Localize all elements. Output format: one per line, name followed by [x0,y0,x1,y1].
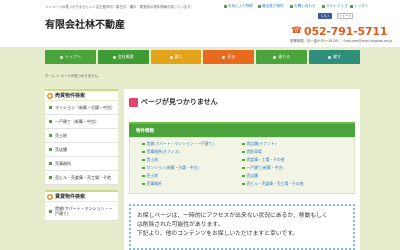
breadcrumb[interactable]: ホーム ＞ ページが見つかりません [45,73,98,78]
property-link[interactable]: 売ビル・売倉庫・売工場・その他 [242,181,304,187]
sidebar-item-office[interactable]: 売事務所 [45,157,118,171]
property-link[interactable]: 賃店舗(テナント) [242,141,277,147]
property-link[interactable]: 売店舗 [242,173,258,179]
property-link[interactable]: マンション(新築・分譲・中古) [142,165,199,171]
not-found-message: お探しページは、一時的にアクセスが出来ない状況にあるか、移動もしく は削除された… [129,204,355,250]
nav-sell[interactable]: 売る [203,50,255,64]
page-icon [129,97,138,107]
sidebar-item-rental[interactable]: 賃貸(アパート・マンション・一戸建て) [45,202,118,221]
circle-bullet-icon: ● [47,92,53,99]
header-tagline: ｘｘページの見つかりませんｘｘ名古屋市内・春日井・瀬戸・尾張旭の物件情報が探して… [45,5,194,9]
sitemap-link[interactable]: サイトマップ [322,4,348,9]
nav-bullet-icon [328,55,332,59]
nav-company[interactable]: 会社概要 [97,50,149,64]
company-name[interactable]: 有限会社林不動産 [45,16,125,31]
nav-lease[interactable]: 貸す [309,50,360,64]
sidebar: ● 売買物件検索 マンション（新築・分譲・中古） 一戸建て（新築・中古） 売土地 … [45,89,118,250]
nav-rent[interactable]: 借りる [256,50,308,64]
message-line: 下記より、他のコンテンツをお探しいただけますと幸いです。 [137,231,299,237]
main-content: ページが見つかりません 物件情報 賃貸(アパート・マンション・一戸建て) 賃店舗… [124,89,360,250]
facebook-like-button[interactable]: いいね！ [318,13,332,24]
sidebar-item-land[interactable]: 売土地 [45,129,118,143]
property-link[interactable]: 賃倉庫・工場・その他 [242,157,285,163]
property-link[interactable]: 賃事務所(オフィス) [142,149,180,155]
tweet-button[interactable]: ツイート [337,13,353,19]
global-nav: トップへ 会社概要 買う 売る 借りる 貸す [45,50,360,64]
sidebar-item-house[interactable]: 一戸建て（新築・中古） [45,115,118,129]
page-title: ページが見つかりません [129,95,218,109]
nav-buy[interactable]: 買う [150,50,202,64]
sidebar-item-shop[interactable]: 売店舗 [45,143,118,157]
home-icon [350,5,353,8]
property-link[interactable]: 一戸建て(新築・中古) [242,165,284,171]
heart-icon [224,5,227,8]
recent-link[interactable]: 最近見た物件 [258,4,284,9]
sitemap-icon [322,5,325,8]
contact-link[interactable]: お問い合わせ [290,4,316,9]
circle-bullet-icon: ● [47,193,53,200]
mail-icon [290,5,293,8]
nav-top[interactable]: トップへ [45,50,96,64]
phone-icon: ☎ [291,26,303,36]
property-link[interactable]: 賃駐車場 [242,149,262,155]
favorites-link[interactable]: お気に入り物件 [224,4,253,9]
sidebar-heading-sale: ● 売買物件検索 [45,89,118,100]
business-hours: 営業時間／月～金9:30～18:00 ｜ fudo-sen@mun.bigjob… [290,39,393,43]
message-line: は削除された可能性があります。 [137,222,224,228]
phone-number[interactable]: 052-791-5711 [304,25,387,38]
nav-bullet-icon [222,55,226,59]
property-link-list: 賃貸(アパート・マンション・一戸建て) 賃店舗(テナント) 賃事務所(オフィス)… [129,137,355,194]
property-link[interactable]: 売土地 [142,173,158,179]
nav-bullet-icon [59,55,63,59]
top-link[interactable]: トップへ [350,4,368,9]
nav-bullet-icon [169,55,173,59]
site-header: ｘｘページの見つかりませんｘｘ名古屋市内・春日井・瀬戸・尾張旭の物件情報が探して… [0,0,400,47]
property-link[interactable]: 賃土地 [142,157,158,163]
sidebar-heading-rent: ● 賃貸物件検索 [45,190,118,201]
message-line: お探しページは、一時的にアクセスが出来ない状況にあるか、移動もしく [137,213,328,219]
property-list-heading: 物件情報 [129,122,355,137]
nav-bullet-icon [273,55,277,59]
sidebar-item-building[interactable]: 売ビル・売倉庫・売工場・そ他 [45,171,118,185]
sidebar-item-mansion[interactable]: マンション（新築・分譲・中古） [45,101,118,115]
property-link[interactable]: 賃貸(アパート・マンション・一戸建て) [142,141,214,147]
nav-bullet-icon [112,55,116,59]
clock-icon [258,5,261,8]
property-link[interactable]: 売事務所 [142,181,162,187]
